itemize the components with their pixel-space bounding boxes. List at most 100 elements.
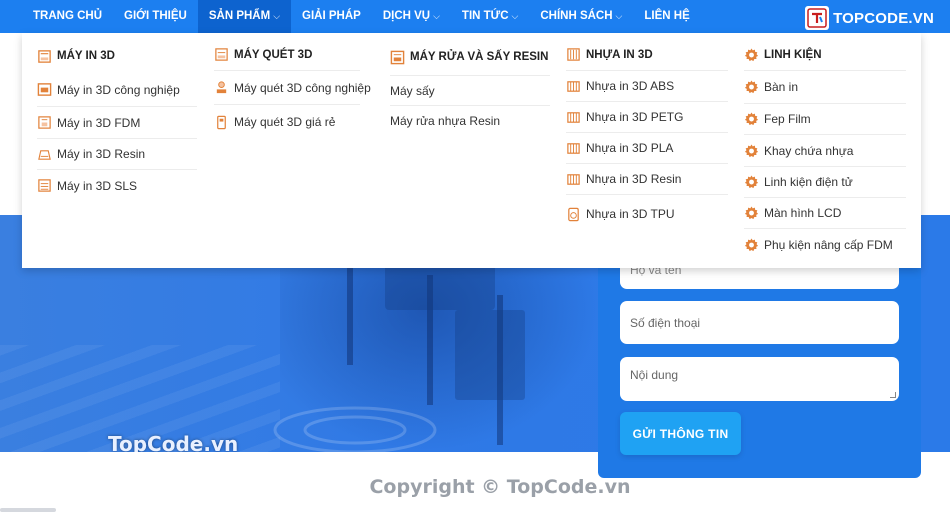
menu-item-industrial-scanner[interactable]: Máy quét 3D công nghiệp — [214, 71, 371, 105]
phone-field[interactable]: Số điện thoại — [620, 301, 899, 344]
menu-heading-label: MÁY QUÉT 3D — [234, 48, 313, 61]
nav-item-solutions[interactable]: GIẢI PHÁP — [291, 0, 372, 33]
menu-item-label: Máy quét 3D giá rẻ — [234, 115, 336, 129]
menu-item-label: Máy in 3D FDM — [57, 115, 141, 130]
gear-icon — [744, 206, 759, 221]
menu-column-wash-cure: MÁY RỬA VÀ SẤY RESIN Máy sấy Máy rửa nhự… — [390, 33, 550, 136]
menu-heading[interactable]: LINH KIỆN — [744, 33, 906, 71]
menu-item-electronics[interactable]: Linh kiện điện tử — [744, 167, 906, 198]
industrial-printer-icon — [37, 82, 52, 97]
gear-icon — [744, 80, 759, 95]
menu-heading-label: LINH KIỆN — [764, 48, 822, 61]
menu-item-label: Phụ kiện nâng cấp FDM — [764, 238, 893, 252]
nav-label: SẢN PHẨM — [208, 10, 271, 22]
filament-spool-icon — [566, 110, 581, 125]
menu-item-resin-tray[interactable]: Khay chứa nhựa — [744, 135, 906, 167]
menu-item-label: Fep Film — [764, 112, 811, 126]
menu-item-label: Nhựa in 3D PETG — [586, 110, 684, 124]
footer-watermark: Copyright © TopCode.vn — [0, 476, 950, 498]
menu-heading-label: NHỰA IN 3D — [586, 48, 653, 61]
nav-label: LIÊN HỆ — [644, 10, 690, 22]
gear-icon — [744, 175, 759, 190]
menu-item-resin[interactable]: Nhựa in 3D Resin — [566, 164, 728, 195]
main-navigation: TRANG CHỦ GIỚI THIỆU SẢN PHẨM ⌵ GIẢI PHÁP… — [0, 0, 950, 33]
gear-icon — [744, 47, 759, 62]
menu-item-petg[interactable]: Nhựa in 3D PETG — [566, 102, 728, 133]
message-placeholder: Nội dung — [630, 368, 679, 382]
horizontal-scrollbar[interactable] — [0, 508, 56, 512]
menu-column-3d-scanners: MÁY QUÉT 3D Máy quét 3D công nghiệp Máy … — [214, 33, 371, 139]
filament-spool-icon — [566, 141, 581, 156]
nav-item-about[interactable]: GIỚI THIỆU — [113, 0, 198, 33]
nav-item-services[interactable]: DỊCH VỤ ⌵ — [372, 0, 451, 33]
scanner-icon — [214, 47, 229, 62]
menu-heading-label: MÁY RỬA VÀ SẤY RESIN — [410, 51, 549, 63]
phone-placeholder: Số điện thoại — [630, 315, 701, 330]
nav-item-news[interactable]: TIN TỨC ⌵ — [451, 0, 529, 33]
menu-item-build-plate[interactable]: Bàn in — [744, 71, 906, 104]
topcode-logo-icon — [805, 6, 830, 30]
gear-icon — [744, 112, 759, 127]
menu-item-lcd[interactable]: Màn hình LCD — [744, 198, 906, 229]
nav-label: DỊCH VỤ — [382, 10, 431, 22]
menu-item-resin-printer[interactable]: Máy in 3D Resin — [37, 139, 197, 170]
filament-spool-icon — [566, 172, 581, 187]
nav-label: TRANG CHỦ — [33, 10, 102, 22]
menu-item-fep-film[interactable]: Fep Film — [744, 104, 906, 135]
nav-label: TIN TỨC — [461, 10, 509, 22]
nav-item-contact[interactable]: LIÊN HỆ — [633, 0, 700, 33]
menu-item-label: Nhựa in 3D ABS — [586, 79, 675, 93]
menu-item-label: Nhựa in 3D TPU — [586, 207, 675, 221]
menu-item-label: Máy in 3D SLS — [57, 178, 138, 193]
chevron-down-icon: ⌵ — [511, 11, 519, 21]
wash-cure-icon — [390, 50, 405, 65]
menu-item-industrial-printer[interactable]: Máy in 3D công nghiệp — [37, 73, 197, 107]
menu-item-fdm-printer[interactable]: Máy in 3D FDM — [37, 107, 197, 139]
gear-icon — [744, 143, 759, 158]
menu-item-label: Nhựa in 3D Resin — [586, 172, 682, 186]
menu-item-pla[interactable]: Nhựa in 3D PLA — [566, 133, 728, 164]
menu-item-cheap-scanner[interactable]: Máy quét 3D giá rẻ — [214, 105, 360, 139]
menu-item-sls-printer[interactable]: Máy in 3D SLS — [37, 170, 197, 201]
submit-button[interactable]: GỬI THÔNG TIN — [620, 412, 741, 455]
menu-item-abs[interactable]: Nhựa in 3D ABS — [566, 71, 728, 102]
menu-column-filament: NHỰA IN 3D Nhựa in 3D ABS Nhựa in 3D PET… — [566, 33, 728, 233]
menu-item-label: Máy in 3D Resin — [57, 147, 146, 161]
menu-item-label: Linh kiện điện tử — [764, 175, 853, 189]
brand-logo: TOPCODE.VN — [805, 6, 934, 30]
menu-heading[interactable]: NHỰA IN 3D — [566, 33, 728, 71]
menu-heading[interactable]: MÁY IN 3D — [37, 33, 197, 73]
nav-label: CHÍNH SÁCH — [540, 10, 613, 22]
menu-item-label: Máy sấy — [390, 83, 435, 98]
menu-item-dryer[interactable]: Máy sấy — [390, 76, 550, 106]
nav-item-policy[interactable]: CHÍNH SÁCH ⌵ — [529, 0, 633, 33]
industrial-scanner-icon — [214, 80, 229, 95]
filament-icon — [566, 47, 581, 62]
gear-icon — [744, 238, 759, 253]
handheld-scanner-icon — [214, 115, 229, 130]
menu-heading[interactable]: MÁY RỬA VÀ SẤY RESIN — [390, 33, 550, 76]
nav-item-products[interactable]: SẢN PHẨM ⌵ — [197, 0, 292, 33]
resin-printer-icon — [37, 147, 52, 162]
menu-item-label: Máy in 3D công nghiệp — [57, 82, 180, 97]
menu-heading[interactable]: MÁY QUÉT 3D — [214, 33, 360, 71]
menu-column-3d-printers: MÁY IN 3D Máy in 3D công nghiệp Máy in 3… — [37, 33, 197, 201]
nav-item-home[interactable]: TRANG CHỦ — [22, 0, 113, 33]
message-field[interactable]: Nội dung — [620, 357, 899, 401]
chevron-down-icon: ⌵ — [433, 11, 440, 21]
menu-item-fdm-upgrade[interactable]: Phụ kiện nâng cấp FDM — [744, 229, 906, 261]
menu-item-label: Màn hình LCD — [764, 206, 842, 220]
resize-handle-icon[interactable] — [890, 392, 896, 398]
sls-printer-icon — [37, 178, 52, 193]
menu-item-resin-washer[interactable]: Máy rửa nhựa Resin — [390, 106, 550, 136]
brand-name: TOPCODE.VN — [833, 9, 934, 27]
menu-item-label: Máy quét 3D công nghiệp — [234, 80, 371, 95]
nav-label: GIẢI PHÁP — [302, 10, 361, 22]
menu-heading-label: MÁY IN 3D — [57, 50, 115, 62]
products-mega-menu: MÁY IN 3D Máy in 3D công nghiệp Máy in 3… — [22, 33, 921, 268]
menu-item-tpu[interactable]: Nhựa in 3D TPU — [566, 195, 728, 233]
nav-label: GIỚI THIỆU — [124, 10, 187, 22]
menu-column-parts: LINH KIỆN Bàn in Fep Film Khay chứa nhựa… — [744, 33, 906, 261]
printer-icon — [37, 49, 52, 64]
fdm-printer-icon — [37, 115, 52, 130]
